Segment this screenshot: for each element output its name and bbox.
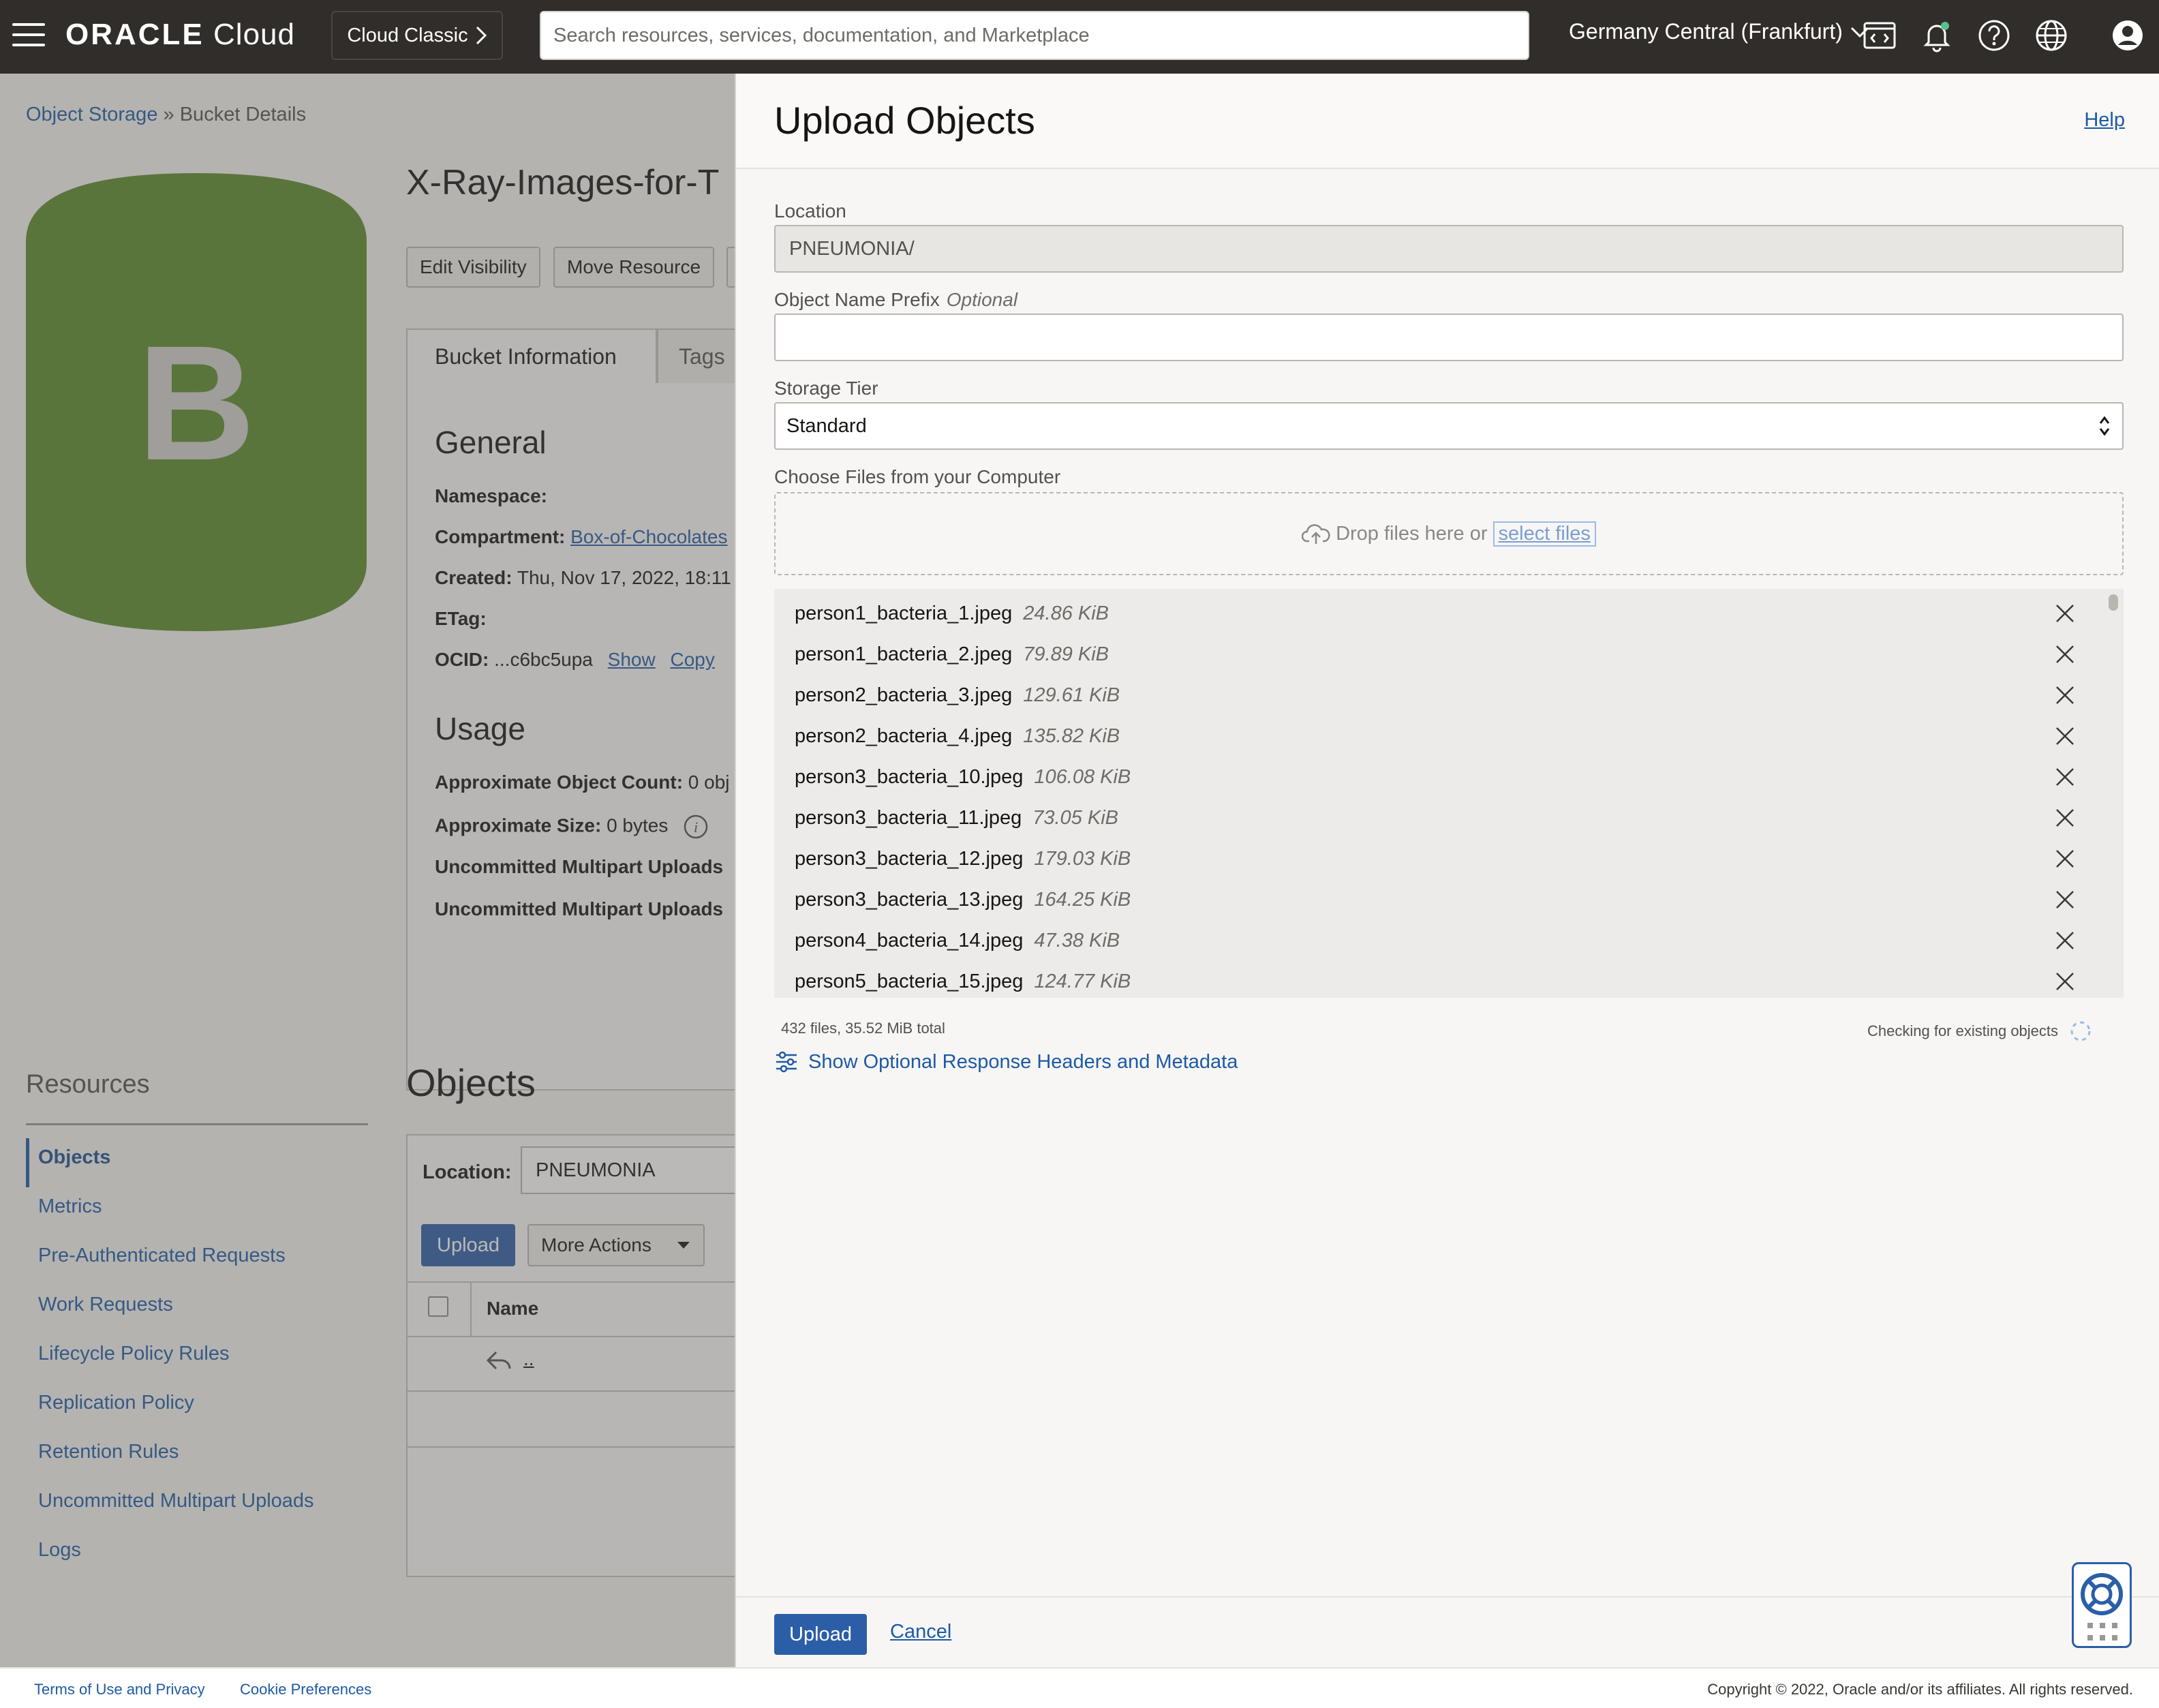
upload-objects-panel: Upload Objects Help Location PNEUMONIA/ … <box>735 74 2159 1667</box>
file-row: person5_bacteria_15.jpeg 124.77 KiB <box>795 961 2076 998</box>
help-icon[interactable] <box>1976 18 2012 53</box>
file-name: person2_bacteria_4.jpeg <box>795 725 1013 747</box>
remove-file-icon[interactable] <box>2054 643 2076 665</box>
chevron-right-icon <box>476 26 487 45</box>
file-size: 106.08 KiB <box>1034 765 1131 788</box>
hamburger-menu-icon[interactable] <box>12 23 45 48</box>
file-dropzone[interactable]: Drop files here or select files <box>774 492 2124 575</box>
terms-link[interactable]: Terms of Use and Privacy <box>34 1681 205 1698</box>
file-name: person4_bacteria_14.jpeg <box>795 929 1024 951</box>
file-row: person1_bacteria_1.jpeg 24.86 KiB <box>795 593 2076 634</box>
selected-files-list: person1_bacteria_1.jpeg 24.86 KiB person1… <box>774 589 2124 998</box>
cancel-link[interactable]: Cancel <box>890 1621 951 1643</box>
file-name: person2_bacteria_3.jpeg <box>795 684 1013 706</box>
files-summary: 432 files, 35.52 MiB total <box>781 1020 945 1037</box>
select-files-link[interactable]: select files <box>1492 521 1596 547</box>
file-row: person3_bacteria_13.jpeg 164.25 KiB <box>795 879 2076 920</box>
location-field: PNEUMONIA/ <box>774 225 2124 273</box>
file-size: 135.82 KiB <box>1023 725 1120 747</box>
panel-footer: Upload Cancel <box>736 1596 2159 1667</box>
upload-button[interactable]: Upload <box>774 1614 867 1655</box>
cloud-classic-label: Cloud Classic <box>347 24 468 46</box>
file-list-scrollbar[interactable] <box>2109 594 2118 611</box>
modal-backdrop[interactable] <box>0 74 735 1667</box>
file-row: person2_bacteria_3.jpeg 129.61 KiB <box>795 675 2076 716</box>
file-name: person3_bacteria_13.jpeg <box>795 888 1024 911</box>
file-row: person3_bacteria_12.jpeg 179.03 KiB <box>795 838 2076 879</box>
location-label: Location <box>774 200 846 222</box>
prefix-label: Object Name Prefix Optional <box>774 289 1017 311</box>
support-widget[interactable] <box>2072 1562 2132 1648</box>
remove-file-icon[interactable] <box>2054 848 2076 870</box>
object-name-prefix-input[interactable] <box>774 314 2124 361</box>
top-navigation-bar: ORACLE Cloud Cloud Classic Search resour… <box>0 0 2159 74</box>
logo-product-text: Cloud <box>213 18 295 51</box>
oracle-cloud-logo[interactable]: ORACLE Cloud <box>65 18 295 52</box>
file-name: person3_bacteria_12.jpeg <box>795 847 1024 870</box>
region-selector[interactable]: Germany Central (Frankfurt) <box>1569 19 1870 44</box>
cloud-shell-icon[interactable] <box>1862 18 1897 53</box>
sliders-icon <box>776 1051 797 1073</box>
prefix-label-text: Object Name Prefix <box>774 289 940 310</box>
file-size: 129.61 KiB <box>1023 684 1120 706</box>
notifications-bell-icon[interactable] <box>1919 18 1955 53</box>
file-name: person3_bacteria_11.jpeg <box>795 806 1022 829</box>
cloud-classic-button[interactable]: Cloud Classic <box>331 11 503 60</box>
file-row: person4_bacteria_14.jpeg 47.38 KiB <box>795 920 2076 961</box>
drop-files-text: Drop files here or <box>1336 522 1488 545</box>
panel-title: Upload Objects <box>774 99 1035 142</box>
file-row: person2_bacteria_4.jpeg 135.82 KiB <box>795 716 2076 757</box>
choose-files-label: Choose Files from your Computer <box>774 466 1061 487</box>
remove-file-icon[interactable] <box>2054 766 2076 788</box>
checking-status: Checking for existing objects <box>1867 1020 2092 1043</box>
help-link[interactable]: Help <box>2084 109 2125 132</box>
file-size: 124.77 KiB <box>1034 970 1131 992</box>
search-placeholder: Search resources, services, documentatio… <box>553 24 1090 46</box>
remove-file-icon[interactable] <box>2054 603 2076 624</box>
checking-status-text: Checking for existing objects <box>1867 1022 2059 1039</box>
page-footer: Terms of Use and Privacy Cookie Preferen… <box>0 1667 2159 1708</box>
file-size: 179.03 KiB <box>1034 847 1131 870</box>
file-row: person1_bacteria_2.jpeg 79.89 KiB <box>795 634 2076 675</box>
cloud-upload-icon <box>1302 524 1330 544</box>
storage-tier-select[interactable]: Standard <box>774 402 2124 450</box>
region-label: Germany Central (Frankfurt) <box>1569 19 1843 44</box>
remove-file-icon[interactable] <box>2054 889 2076 911</box>
remove-file-icon[interactable] <box>2054 930 2076 951</box>
remove-file-icon[interactable] <box>2054 725 2076 747</box>
copyright-text: Copyright © 2022, Oracle and/or its affi… <box>1707 1681 2133 1698</box>
file-size: 47.38 KiB <box>1034 929 1120 951</box>
panel-header: Upload Objects Help <box>736 74 2159 169</box>
remove-file-icon[interactable] <box>2054 684 2076 706</box>
prefix-optional-tag: Optional <box>946 289 1018 310</box>
remove-file-icon[interactable] <box>2054 971 2076 992</box>
file-size: 73.05 KiB <box>1032 806 1118 829</box>
file-row: person3_bacteria_11.jpeg 73.05 KiB <box>795 797 2076 838</box>
search-input[interactable]: Search resources, services, documentatio… <box>540 11 1529 60</box>
file-size: 79.89 KiB <box>1023 643 1109 665</box>
grid-dots-icon <box>2087 1623 2117 1641</box>
file-name: person3_bacteria_10.jpeg <box>795 765 1024 788</box>
cookie-preferences-link[interactable]: Cookie Preferences <box>240 1681 371 1698</box>
file-name: person5_bacteria_15.jpeg <box>795 970 1024 992</box>
loading-spinner-icon <box>2070 1021 2091 1041</box>
file-row: person3_bacteria_10.jpeg 106.08 KiB <box>795 757 2076 797</box>
logo-brand-text: ORACLE <box>65 18 204 51</box>
file-size: 24.86 KiB <box>1023 602 1109 624</box>
lifebuoy-icon <box>2081 1573 2123 1615</box>
select-arrows-icon <box>2099 416 2110 436</box>
storage-tier-value: Standard <box>786 414 867 437</box>
file-name: person1_bacteria_2.jpeg <box>795 643 1013 665</box>
user-profile-icon[interactable] <box>2110 18 2145 53</box>
file-name: person1_bacteria_1.jpeg <box>795 602 1013 624</box>
file-size: 164.25 KiB <box>1034 888 1131 911</box>
optional-headers-label: Show Optional Response Headers and Metad… <box>808 1050 1238 1073</box>
remove-file-icon[interactable] <box>2054 807 2076 829</box>
language-globe-icon[interactable] <box>2034 18 2069 53</box>
optional-headers-toggle[interactable]: Show Optional Response Headers and Metad… <box>774 1050 1238 1074</box>
storage-tier-label: Storage Tier <box>774 378 878 399</box>
